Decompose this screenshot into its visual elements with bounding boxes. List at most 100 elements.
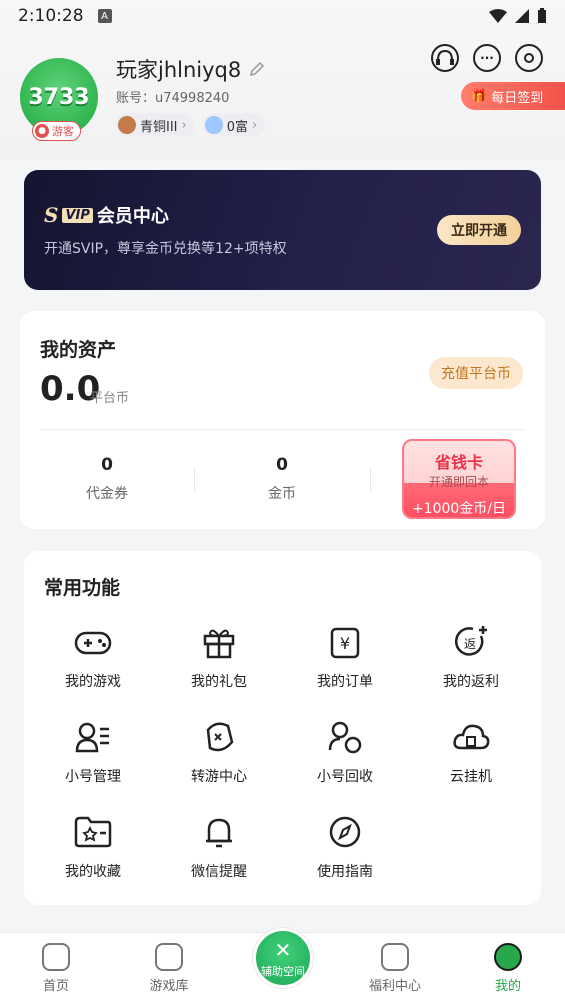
nav-label: 游戏库 bbox=[149, 979, 189, 994]
gift-icon: 🎁 bbox=[471, 88, 488, 104]
divider bbox=[194, 467, 195, 491]
username-row[interactable]: 玩家jhlniyq8 bbox=[116, 54, 265, 84]
compass-icon bbox=[326, 813, 364, 851]
savings-card-subtitle: 开通即回本 bbox=[428, 475, 489, 489]
coin-stat[interactable]: 0 金币 bbox=[227, 455, 337, 503]
nav-welfare-center[interactable]: 福利中心 bbox=[355, 943, 435, 994]
wealth-label: 0富 bbox=[226, 119, 248, 135]
nav-label: 福利中心 bbox=[368, 979, 421, 994]
tools-icon: ✕ bbox=[274, 938, 292, 962]
settings-icon[interactable] bbox=[515, 44, 543, 72]
wifi-icon bbox=[489, 9, 507, 23]
divider bbox=[370, 467, 371, 491]
user-icon: ● bbox=[35, 124, 49, 138]
headset-icon[interactable] bbox=[431, 44, 459, 72]
username: 玩家jhlniyq8 bbox=[116, 58, 242, 82]
function-label: 小号管理 bbox=[65, 769, 121, 785]
guest-tag: ● 游客 bbox=[32, 121, 81, 141]
function-label: 我的返利 bbox=[443, 674, 499, 690]
function-label: 微信提醒 bbox=[191, 864, 247, 880]
gamepad-icon bbox=[155, 943, 183, 971]
divider bbox=[40, 429, 525, 430]
svg-text:返: 返 bbox=[464, 637, 476, 651]
voucher-label: 代金券 bbox=[86, 486, 128, 502]
function-transfer-center[interactable]: 转游中心 bbox=[154, 718, 284, 786]
coin-value: 0 bbox=[276, 455, 288, 475]
bell-icon bbox=[200, 813, 238, 851]
badges: 青铜III › 0富 › bbox=[116, 113, 266, 137]
common-functions-card: 常用功能 我的游戏 我的礼包 ¥ 我的订单 返 我的返利 小号管理 转游中心 小… bbox=[24, 551, 541, 905]
function-account-manage[interactable]: 小号管理 bbox=[28, 718, 158, 786]
function-wechat-reminder[interactable]: 微信提醒 bbox=[154, 813, 284, 881]
diamond-icon bbox=[204, 116, 223, 134]
checkin-label: 每日签到 bbox=[491, 90, 544, 106]
svip-description: 开通SVIP，尊享金币兑换等12+项特权 bbox=[44, 241, 287, 257]
function-label: 我的订单 bbox=[317, 674, 373, 690]
signal-icon bbox=[515, 9, 529, 23]
favorite-icon bbox=[74, 813, 112, 851]
function-my-rebate[interactable]: 返 我的返利 bbox=[406, 623, 536, 691]
function-my-games[interactable]: 我的游戏 bbox=[28, 623, 158, 691]
function-label: 我的礼包 bbox=[191, 674, 247, 690]
status-icons bbox=[489, 8, 547, 24]
rank-label: 青铜III bbox=[140, 119, 178, 135]
header-actions: ··· bbox=[431, 44, 543, 72]
nav-label: 我的 bbox=[494, 979, 521, 994]
gamepad-icon bbox=[74, 623, 112, 661]
assist-space-label: 辅助空间 bbox=[261, 965, 305, 978]
gift-icon bbox=[200, 623, 238, 661]
svip-open-button[interactable]: 立即开通 bbox=[437, 215, 521, 245]
function-label: 我的收藏 bbox=[65, 864, 121, 880]
voucher-stat[interactable]: 0 代金券 bbox=[52, 455, 162, 503]
function-user-guide[interactable]: 使用指南 bbox=[280, 813, 410, 881]
chevron-right-icon: › bbox=[181, 117, 187, 133]
order-icon: ¥ bbox=[326, 623, 364, 661]
rebate-icon: 返 bbox=[452, 623, 490, 661]
function-cloud-hangup[interactable]: 云挂机 bbox=[406, 718, 536, 786]
nav-label: 首页 bbox=[42, 979, 69, 994]
coin-label: 金币 bbox=[268, 486, 296, 502]
savings-card-reward: +1000金币/日 bbox=[411, 501, 507, 517]
tv-icon bbox=[381, 943, 409, 971]
svip-banner[interactable]: S VIP 会员中心 开通SVIP，尊享金币兑换等12+项特权 立即开通 bbox=[24, 170, 541, 290]
account-manage-icon bbox=[74, 718, 112, 756]
wealth-badge[interactable]: 0富 › bbox=[202, 113, 266, 137]
savings-card-title: 省钱卡 bbox=[434, 453, 483, 472]
functions-title: 常用功能 bbox=[44, 577, 121, 599]
nav-mine[interactable]: 我的 bbox=[468, 943, 548, 994]
home-icon bbox=[42, 943, 70, 971]
savings-card[interactable]: 省钱卡 开通即回本 +1000金币/日 bbox=[402, 439, 516, 519]
svip-logo-vip: VIP bbox=[62, 207, 93, 223]
assets-title: 我的资产 bbox=[40, 339, 117, 361]
function-label: 小号回收 bbox=[317, 769, 373, 785]
guest-label: 游客 bbox=[52, 125, 74, 138]
account-id: 账号：u74998240 bbox=[116, 91, 230, 106]
battery-icon bbox=[538, 8, 546, 23]
nav-home[interactable]: 首页 bbox=[16, 943, 96, 994]
cloud-icon bbox=[452, 718, 490, 756]
svip-title-text: 会员中心 bbox=[96, 206, 169, 227]
chevron-right-icon: › bbox=[252, 117, 258, 133]
nav-game-library[interactable]: 游戏库 bbox=[129, 943, 209, 994]
function-label: 我的游戏 bbox=[65, 674, 121, 690]
assist-space-button[interactable]: ✕ 辅助空间 bbox=[253, 928, 313, 988]
profile-icon bbox=[494, 943, 522, 971]
bronze-rank-icon bbox=[118, 116, 136, 134]
svg-text:¥: ¥ bbox=[340, 634, 350, 653]
message-icon[interactable]: ··· bbox=[473, 44, 501, 72]
function-account-recycle[interactable]: 小号回收 bbox=[280, 718, 410, 786]
voucher-value: 0 bbox=[101, 455, 113, 475]
rank-badge[interactable]: 青铜III › bbox=[116, 113, 195, 137]
function-my-gifts[interactable]: 我的礼包 bbox=[154, 623, 284, 691]
function-label: 转游中心 bbox=[191, 769, 247, 785]
recharge-button[interactable]: 充值平台币 bbox=[429, 357, 523, 389]
function-my-orders[interactable]: ¥ 我的订单 bbox=[280, 623, 410, 691]
daily-checkin-button[interactable]: 🎁 每日签到 bbox=[461, 82, 565, 110]
svip-logo-s: S bbox=[44, 203, 59, 227]
function-label: 使用指南 bbox=[317, 864, 373, 880]
edit-icon[interactable] bbox=[249, 61, 265, 77]
notification-icon: A bbox=[97, 9, 112, 23]
recycle-icon bbox=[326, 718, 364, 756]
function-my-favorites[interactable]: 我的收藏 bbox=[28, 813, 158, 881]
svip-title: S VIP 会员中心 bbox=[44, 202, 169, 228]
